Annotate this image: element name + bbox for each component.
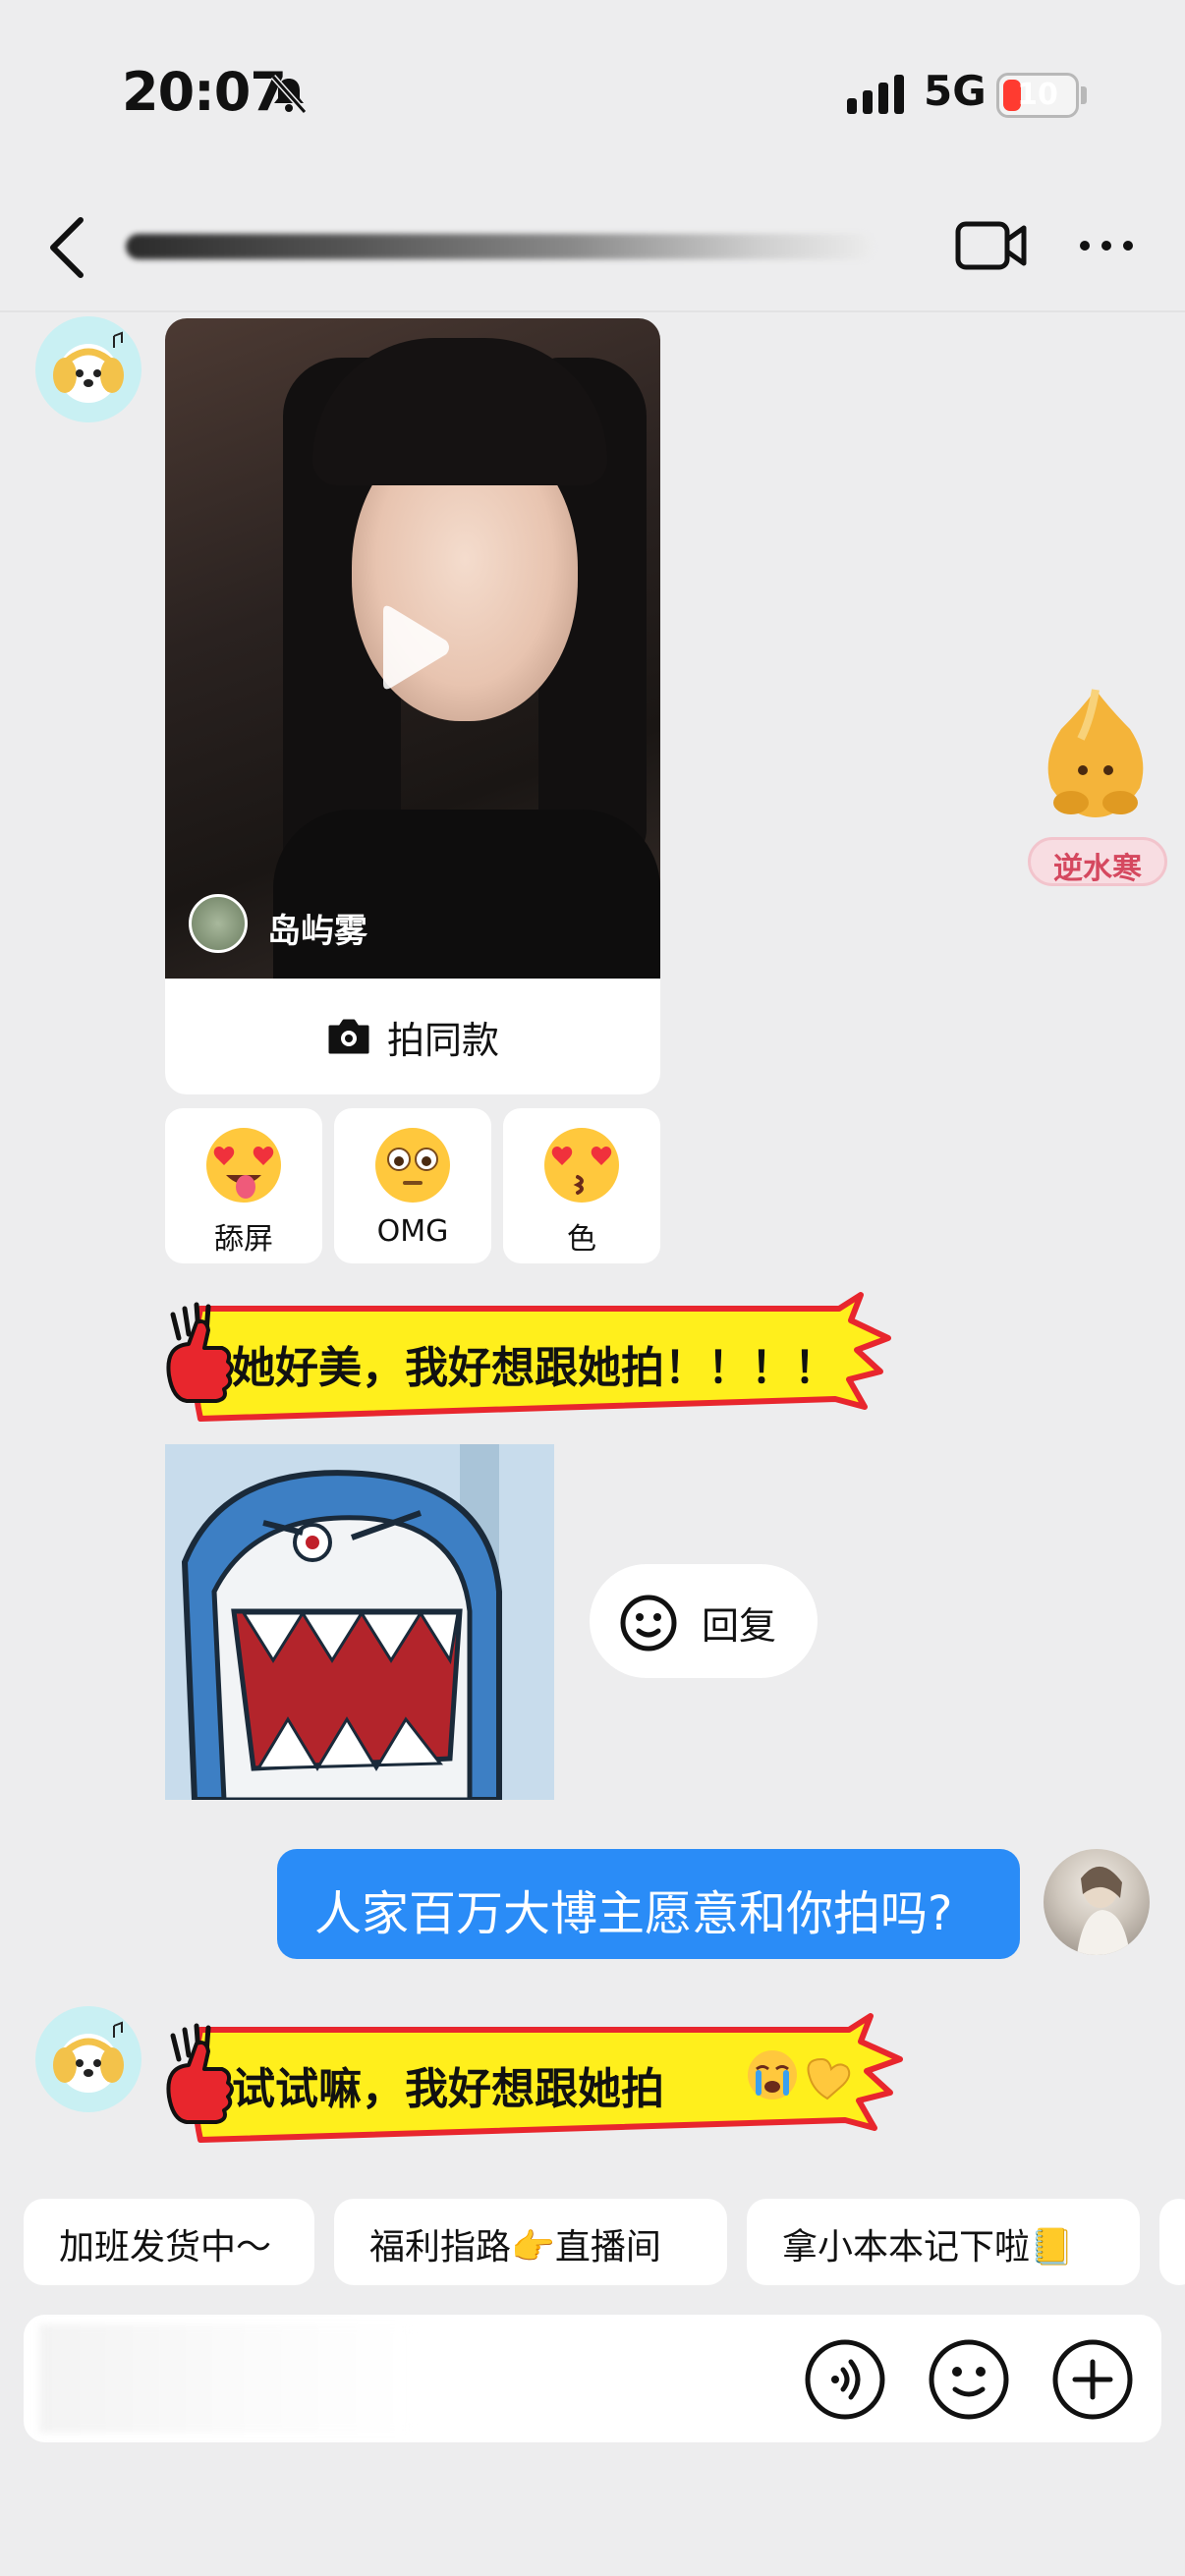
bot-message-text: 她好美，我好想跟她拍！！！！	[232, 1343, 837, 1393]
status-time: 20:07	[122, 61, 287, 123]
emoji-button[interactable]	[928, 2338, 1010, 2421]
reaction-button[interactable]: 舔屏	[165, 1108, 322, 1263]
author-name[interactable]: 岛屿雾	[267, 904, 367, 952]
video-call-button[interactable]	[955, 218, 1028, 273]
user-photo	[1077, 1866, 1130, 1955]
network-type: 5G	[924, 67, 987, 115]
signal-icon	[847, 75, 904, 114]
add-button[interactable]	[1051, 2338, 1134, 2421]
shoot-same-button[interactable]: 拍同款	[165, 979, 660, 1094]
camera-icon	[328, 1019, 369, 1054]
reply-label: 回复	[702, 1604, 777, 1648]
quick-reply-chip[interactable]: 加班发货中～	[24, 2199, 314, 2285]
reply-button[interactable]: 回复	[590, 1564, 818, 1678]
voice-input-button[interactable]	[804, 2338, 886, 2421]
header-divider	[0, 310, 1185, 312]
reaction-label: OMG	[376, 1214, 449, 1249]
quick-reply-chip[interactable]: 福利指路👉直播间	[334, 2199, 727, 2285]
mute-bell-icon	[270, 75, 308, 114]
heart-hands-emoji-icon	[807, 2057, 851, 2100]
back-button[interactable]	[39, 214, 98, 281]
bot-message-bubble[interactable]: 她好美，我好想跟她拍！！！！	[161, 1287, 898, 1434]
shoot-same-label: 拍同款	[386, 1018, 499, 1062]
more-options-button[interactable]	[1077, 228, 1136, 263]
quick-reply-chip[interactable]: 拿小本本记下啦📒	[747, 2199, 1140, 2285]
input-placeholder-blur	[39, 2324, 413, 2433]
bot-message-text: 试试嘛，我好想跟她拍	[232, 2064, 664, 2114]
battery-level: 10	[1017, 78, 1058, 112]
bot-avatar[interactable]	[35, 316, 141, 422]
puppy-headphones-icon	[53, 331, 124, 403]
play-icon[interactable]	[373, 603, 452, 692]
video-thumbnail[interactable]: 岛屿雾	[165, 318, 660, 979]
video-share-card[interactable]: 岛屿雾 拍同款	[165, 318, 660, 1094]
flushed-emoji-icon	[375, 1128, 450, 1203]
doraemon-sticker[interactable]	[165, 1444, 554, 1800]
reaction-label: 舔屏	[214, 1222, 273, 1257]
heart-eyes-kiss-emoji-icon	[544, 1128, 619, 1203]
user-message-bubble[interactable]: 人家百万大博主愿意和你拍吗?	[277, 1849, 1020, 1959]
quick-reply-chip[interactable]	[1159, 2199, 1185, 2285]
chat-title	[126, 234, 873, 259]
reaction-label: 色	[567, 1222, 596, 1257]
mascot-icon[interactable]	[1022, 680, 1169, 827]
puppy-headphones-icon	[53, 2021, 124, 2093]
mascot-label[interactable]: 逆水寒	[1028, 837, 1167, 886]
battery-indicator: 10	[996, 73, 1079, 118]
angry-doraemon-icon	[165, 1444, 554, 1800]
author-avatar[interactable]	[189, 894, 248, 953]
heart-eyes-tongue-emoji-icon	[206, 1128, 281, 1203]
reaction-button[interactable]: 色	[503, 1108, 660, 1263]
smiley-icon	[620, 1595, 677, 1652]
bot-message-bubble[interactable]: 试试嘛，我好想跟她拍	[161, 2008, 908, 2156]
reaction-button[interactable]: OMG	[334, 1108, 491, 1263]
user-message-text: 人家百万大博主愿意和你拍吗?	[314, 1886, 953, 1941]
crying-face-emoji-icon	[748, 2050, 797, 2100]
user-avatar[interactable]	[1044, 1849, 1150, 1955]
bot-avatar[interactable]	[35, 2006, 141, 2112]
